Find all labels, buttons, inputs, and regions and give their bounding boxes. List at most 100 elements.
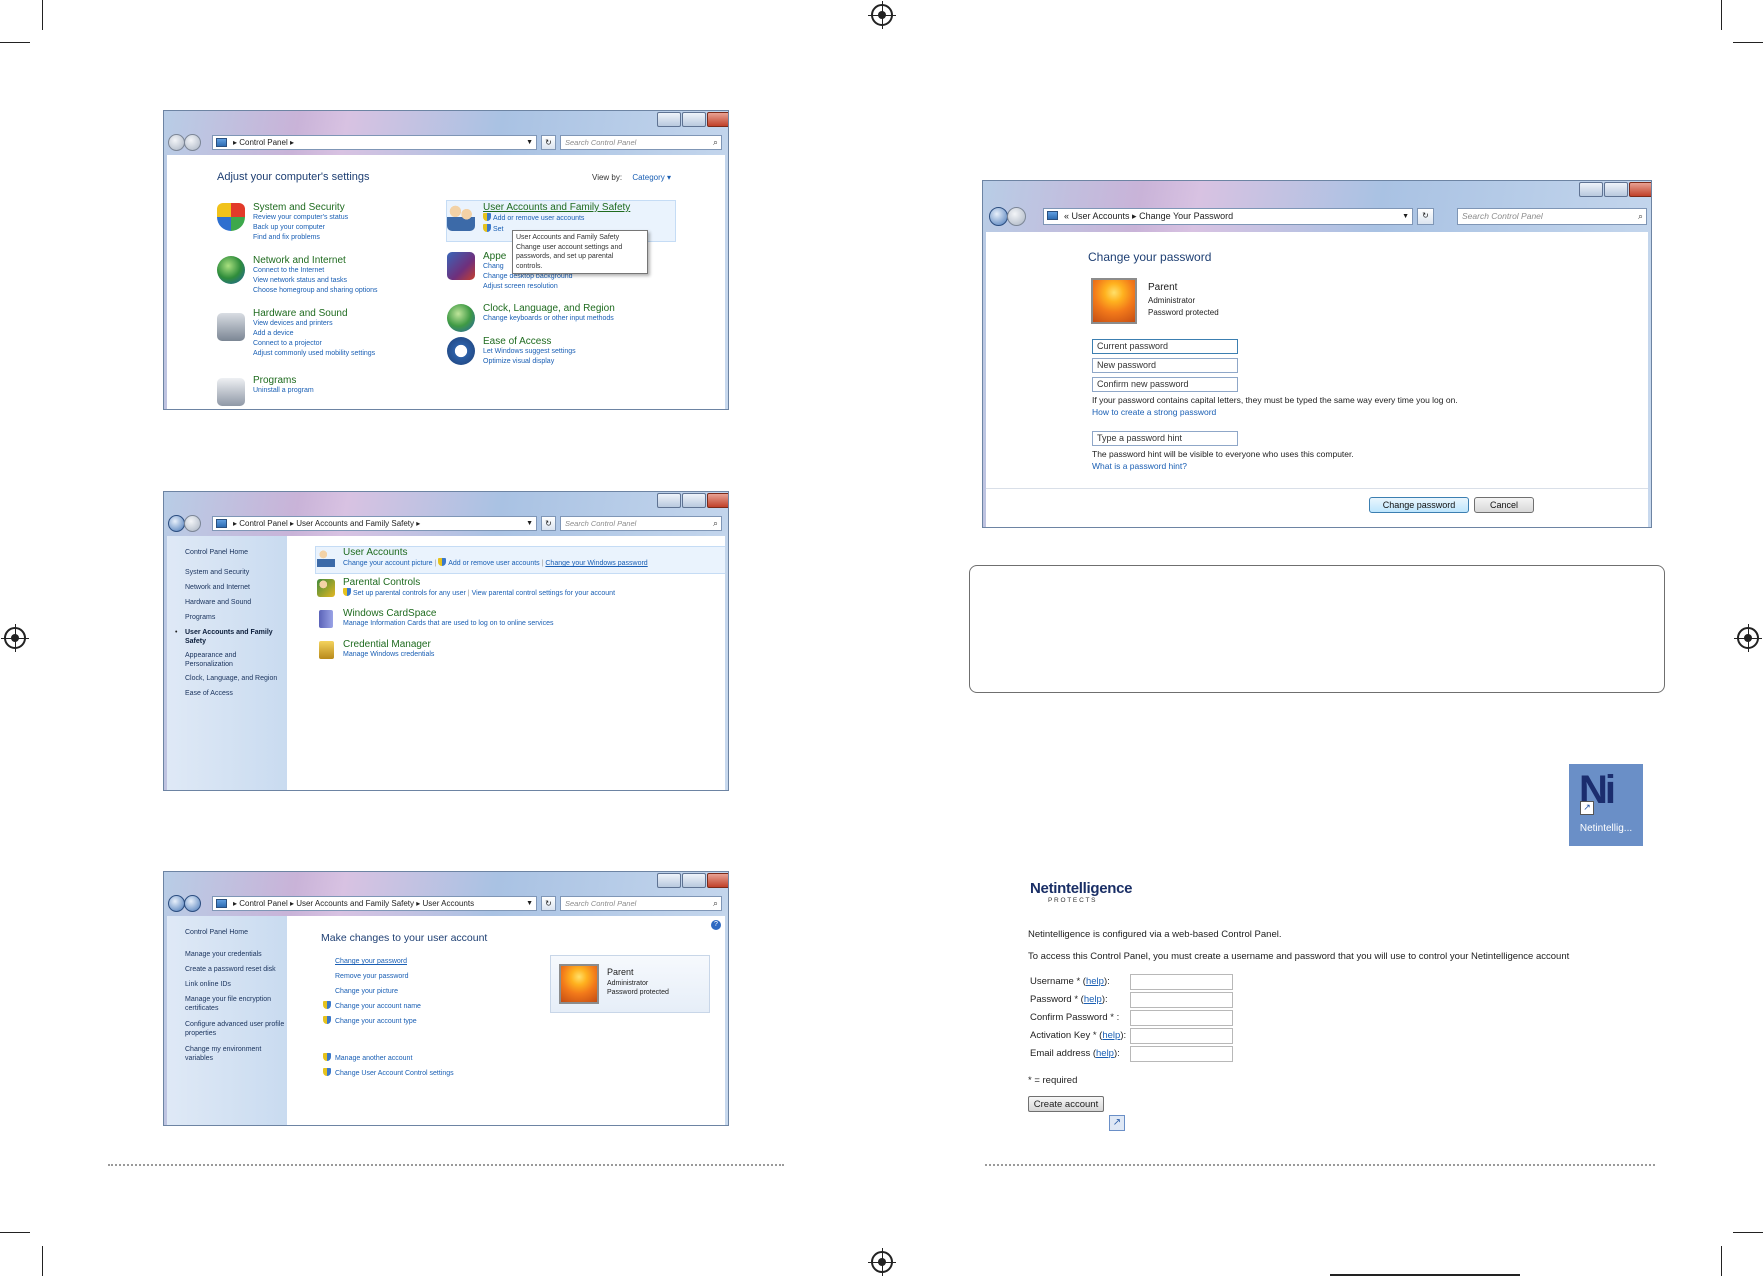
sidebar-item-home[interactable]: Control Panel Home [185,548,248,557]
password-input[interactable] [1130,992,1233,1008]
category-link[interactable]: Adjust commonly used mobility settings [253,349,453,359]
manage-another-account-link[interactable]: Manage another account [335,1055,412,1062]
category-link[interactable]: Set [493,226,504,233]
refresh-icon[interactable]: ↻ [541,516,556,531]
category-title[interactable]: Network and Internet [253,255,453,266]
help-link[interactable]: help [1084,994,1102,1005]
current-password-field[interactable]: Current password [1092,339,1238,354]
strong-password-link[interactable]: How to create a strong password [1092,407,1216,417]
netintelligence-desktop-icon[interactable]: Ni ↗ Netintellig... [1569,764,1643,846]
sidebar-item[interactable]: Link online IDs [185,980,231,989]
address-bar[interactable]: ▸ Control Panel ▸ User Accounts and Fami… [212,896,537,911]
address-bar[interactable]: ▸ Control Panel ▸ User Accounts and Fami… [212,516,537,531]
category-title[interactable]: Ease of Access [483,336,683,347]
section-link[interactable]: View parental control settings for your … [472,590,615,597]
category-link[interactable]: Connect to a projector [253,339,453,349]
view-by-dropdown[interactable]: Category [632,173,664,182]
category-link[interactable]: Let Windows suggest settings [483,347,683,357]
category-link[interactable]: Optimize visual display [483,357,683,367]
sidebar-item-home[interactable]: Control Panel Home [185,928,248,937]
back-icon[interactable] [168,515,185,532]
chevron-down-icon[interactable]: ▼ [1402,209,1409,224]
confirm-password-input[interactable] [1130,1010,1233,1026]
search-icon[interactable]: ⌕ [713,897,718,910]
category-link[interactable]: Add a device [253,329,453,339]
new-password-field[interactable]: New password [1092,358,1238,373]
crumb[interactable]: Control Panel [239,899,287,908]
address-bar[interactable]: ▸ Control Panel ▸ ▼ [212,135,537,150]
minimize-icon[interactable] [1579,182,1603,197]
sidebar-item[interactable]: Appearance and Personalization [185,651,255,669]
confirm-password-field[interactable]: Confirm new password [1092,377,1238,392]
close-icon[interactable] [707,493,728,508]
refresh-icon[interactable]: ↻ [541,896,556,911]
back-icon[interactable] [989,207,1008,226]
crumb[interactable]: User Accounts and Family Safety [296,519,414,528]
category-title[interactable]: Clock, Language, and Region [483,303,683,314]
maximize-icon[interactable] [682,873,706,888]
sidebar-item[interactable]: Configure advanced user profile properti… [185,1020,285,1038]
sidebar-item[interactable]: Clock, Language, and Region [185,674,277,683]
help-link[interactable]: help [1102,1030,1120,1041]
password-hint-link[interactable]: What is a password hint? [1092,461,1187,471]
section-title[interactable]: Windows CardSpace [343,608,725,619]
change-password-button[interactable]: Change password [1369,497,1469,513]
sidebar-item[interactable]: Create a password reset disk [185,965,276,974]
sidebar-item[interactable]: Change my environment variables [185,1045,285,1063]
category-link[interactable]: Adjust screen resolution [483,282,683,292]
address-bar[interactable]: « User Accounts ▸ Change Your Password ▼ [1043,208,1413,225]
change-account-name-link[interactable]: Change your account name [335,1003,421,1010]
help-link[interactable]: help [1096,1048,1114,1059]
change-picture-link[interactable]: Change your picture [335,984,495,999]
search-input[interactable]: Search Control Panel ⌕ [560,516,722,531]
crumb[interactable]: Control Panel [239,519,287,528]
sidebar-item[interactable]: Ease of Access [185,689,233,698]
close-icon[interactable] [1629,182,1651,197]
section-link[interactable]: Set up parental controls for any user [353,590,466,597]
create-account-button[interactable]: Create account [1028,1096,1104,1112]
forward-icon[interactable] [184,515,201,532]
search-input[interactable]: Search Control Panel ⌕ [1457,208,1647,225]
sidebar-item[interactable]: Programs [185,613,215,622]
minimize-icon[interactable] [657,112,681,127]
email-input[interactable] [1130,1046,1233,1062]
sidebar-item-selected[interactable]: User Accounts and Family Safety [185,628,285,646]
activation-key-input[interactable] [1130,1028,1233,1044]
search-input[interactable]: Search Control Panel ⌕ [560,896,722,911]
category-title[interactable]: System and Security [253,202,433,213]
section-title[interactable]: Parental Controls [343,577,725,588]
category-link[interactable]: Change keyboards or other input methods [483,314,683,324]
refresh-icon[interactable]: ↻ [541,135,556,150]
maximize-icon[interactable] [682,112,706,127]
category-link[interactable]: Back up your computer [253,223,433,233]
chevron-down-icon[interactable]: ▼ [526,897,533,910]
username-input[interactable] [1130,974,1233,990]
chevron-down-icon[interactable]: ▾ [665,173,671,182]
section-link[interactable]: Change your Windows password [545,560,647,567]
close-icon[interactable] [707,112,728,127]
category-link[interactable]: Choose homegroup and sharing options [253,286,453,296]
forward-icon[interactable] [184,895,201,912]
crumb[interactable]: User Accounts [423,899,475,908]
category-title[interactable]: Programs [253,375,453,386]
sidebar-item[interactable]: Manage your file encryption certificates [185,995,285,1013]
category-link[interactable]: View network status and tasks [253,276,453,286]
crumb[interactable]: Control Panel [239,138,287,147]
minimize-icon[interactable] [657,873,681,888]
section-title[interactable]: Credential Manager [343,639,725,650]
maximize-icon[interactable] [682,493,706,508]
category-title[interactable]: User Accounts and Family Safety [483,202,683,213]
search-icon[interactable]: ⌕ [713,136,718,149]
crumb[interactable]: Change Your Password [1139,211,1233,221]
remove-password-link[interactable]: Remove your password [335,969,495,984]
category-link[interactable]: Find and fix problems [253,233,433,243]
sidebar-item[interactable]: System and Security [185,568,249,577]
minimize-icon[interactable] [657,493,681,508]
category-link[interactable]: View devices and printers [253,319,453,329]
cancel-button[interactable]: Cancel [1474,497,1534,513]
help-icon[interactable]: ? [711,920,721,930]
section-link[interactable]: Add or remove user accounts [448,560,539,567]
crumb[interactable]: User Accounts [1072,211,1130,221]
section-title[interactable]: User Accounts [343,547,725,558]
forward-icon[interactable] [1007,207,1026,226]
